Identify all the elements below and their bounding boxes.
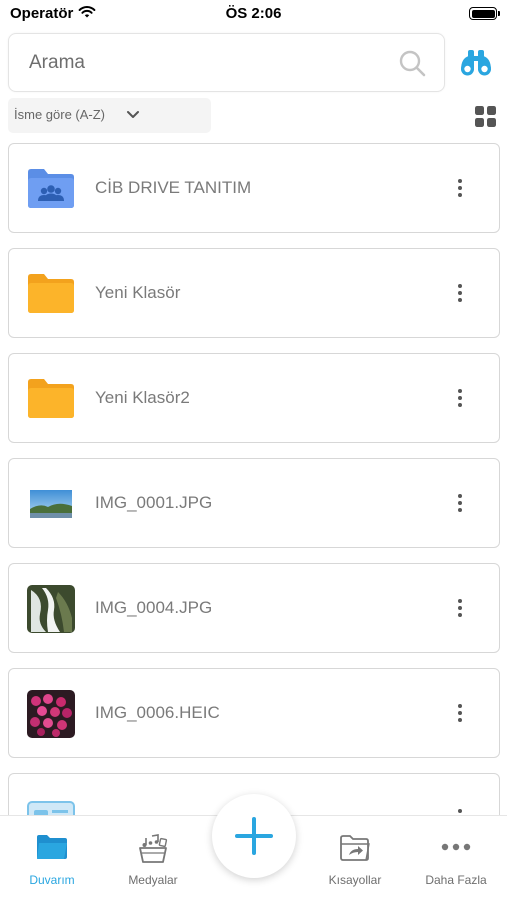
- file-name: IMG_0004.JPG: [95, 598, 213, 617]
- search-icon[interactable]: [398, 49, 426, 77]
- more-vertical-icon[interactable]: [451, 281, 469, 307]
- grid-view-icon[interactable]: [475, 106, 496, 127]
- nav-item-kisayollar[interactable]: Kısayollar: [305, 816, 405, 900]
- sort-label: İsme göre (A-Z): [14, 107, 106, 122]
- sort-dropdown[interactable]: İsme göre (A-Z): [8, 98, 211, 133]
- status-bar: Operatör ÖS 2:06: [0, 0, 507, 28]
- more-vertical-icon[interactable]: [451, 491, 469, 517]
- nav-label: Medyalar: [128, 873, 178, 887]
- file-row[interactable]: IMG_0001.JPG: [8, 458, 500, 548]
- nav-label: Kısayollar: [328, 873, 382, 887]
- nav-label: Daha Fazla: [425, 873, 487, 887]
- nav-label: Duvarım: [29, 873, 75, 887]
- image-thumbnail: [30, 490, 72, 518]
- more-vertical-icon[interactable]: [451, 176, 469, 202]
- more-vertical-icon[interactable]: [451, 596, 469, 622]
- shared-folder-icon: [28, 169, 74, 208]
- file-name: IMG_0001.JPG: [95, 493, 213, 512]
- more-vertical-icon[interactable]: [451, 701, 469, 727]
- plus-icon: [235, 817, 273, 855]
- file-row[interactable]: IMG_0004.JPG: [8, 563, 500, 653]
- more-horizontal-icon: [441, 843, 471, 851]
- more-vertical-icon[interactable]: [451, 386, 469, 412]
- folder-icon: [37, 835, 67, 859]
- nav-item-daha-fazla[interactable]: Daha Fazla: [406, 816, 506, 900]
- file-name: Yeni Klasör: [95, 283, 181, 302]
- nav-item-medyalar[interactable]: Medyalar: [103, 816, 203, 900]
- folder-icon: [28, 274, 74, 313]
- status-time: ÖS 2:06: [225, 5, 282, 22]
- search-input[interactable]: [29, 34, 389, 91]
- shortcut-folder-icon: [340, 835, 370, 861]
- add-button[interactable]: [212, 794, 296, 878]
- file-row[interactable]: Yeni Klasör2: [8, 353, 500, 443]
- file-row[interactable]: Yeni Klasör: [8, 248, 500, 338]
- file-name: IMG_0006.HEIC: [95, 703, 220, 722]
- folder-icon: [28, 379, 74, 418]
- binoculars-icon[interactable]: [459, 46, 493, 78]
- image-thumbnail: [27, 585, 75, 633]
- search-bar[interactable]: [8, 33, 445, 92]
- battery-icon: [469, 7, 500, 20]
- file-row[interactable]: CİB DRIVE TANITIM: [8, 143, 500, 233]
- nav-item-duvarim[interactable]: Duvarım: [2, 816, 102, 900]
- chevron-down-icon: [127, 111, 139, 118]
- image-thumbnail: [27, 690, 75, 738]
- file-name: Yeni Klasör2: [95, 388, 190, 407]
- file-row[interactable]: IMG_0006.HEIC: [8, 668, 500, 758]
- file-name: CİB DRIVE TANITIM: [95, 178, 252, 197]
- media-icon: [139, 834, 168, 863]
